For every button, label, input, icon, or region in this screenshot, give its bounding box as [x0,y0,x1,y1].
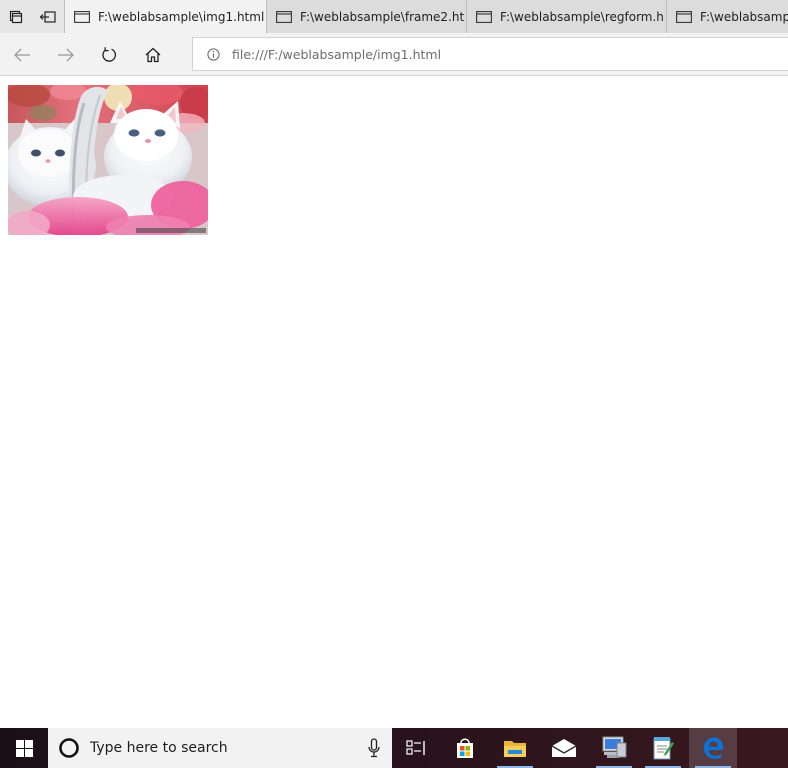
forward-button[interactable] [50,39,82,71]
page-icon [676,10,692,23]
taskbar-mail[interactable] [540,728,588,768]
network-computer-icon [602,736,627,758]
home-button[interactable] [137,39,169,71]
tab-label: F:\weblabsamp [700,9,788,24]
back-button[interactable] [6,39,38,71]
task-view-button[interactable] [392,728,440,768]
taskbar-notepad[interactable] [639,728,687,768]
page-icon [476,10,492,23]
address-url[interactable]: file:///F:/weblabsample/img1.html [232,47,441,62]
tab-manager-button[interactable] [0,0,32,33]
navigation-bar: file:///F:/weblabsample/img1.html [0,33,788,76]
taskbar-network-computer[interactable] [590,728,638,768]
tab-img1[interactable]: F:\weblabsample\img1.html [64,0,266,33]
taskbar-search-box[interactable]: Type here to search [48,728,392,768]
taskbar: Type here to search [0,728,788,768]
kittens-image [8,85,208,235]
back-arrow-icon [14,48,30,62]
taskbar-edge[interactable] [689,728,737,768]
tab-label: F:\weblabsample\img1.html [98,9,265,24]
set-aside-tabs-button[interactable] [32,0,64,33]
search-placeholder: Type here to search [90,740,228,756]
tab-manager-icon [9,10,23,23]
refresh-icon [102,47,116,62]
file-explorer-icon [504,741,526,757]
start-button[interactable] [0,728,48,768]
task-view-icon [406,740,425,755]
info-icon[interactable] [207,47,220,61]
cortana-icon [59,738,79,758]
tab-label: F:\weblabsample\frame2.ht [300,9,465,24]
mail-icon [551,739,577,757]
store-icon [457,738,473,758]
notepad-icon [653,737,674,760]
tab-strip: F:\weblabsample\img1.html F:\weblabsampl… [0,0,788,33]
tab-label: F:\weblabsample\regform.h [500,9,664,24]
tab-frame2[interactable]: F:\weblabsample\frame2.ht [266,0,466,33]
microphone-icon[interactable] [368,738,380,758]
tab-regform[interactable]: F:\weblabsample\regform.h [466,0,666,33]
forward-arrow-icon [58,48,74,62]
refresh-button[interactable] [93,39,125,71]
edge-icon [704,737,723,759]
windows-logo-icon [15,739,33,757]
page-viewport [0,77,788,728]
page-icon [74,10,90,23]
taskbar-file-explorer[interactable] [491,728,539,768]
home-icon [145,47,161,63]
set-aside-tabs-icon [40,10,56,23]
taskbar-store[interactable] [441,728,489,768]
address-bar[interactable]: file:///F:/weblabsample/img1.html [192,37,788,71]
page-icon [276,10,292,23]
tab-weblabsample[interactable]: F:\weblabsamp [666,0,788,33]
